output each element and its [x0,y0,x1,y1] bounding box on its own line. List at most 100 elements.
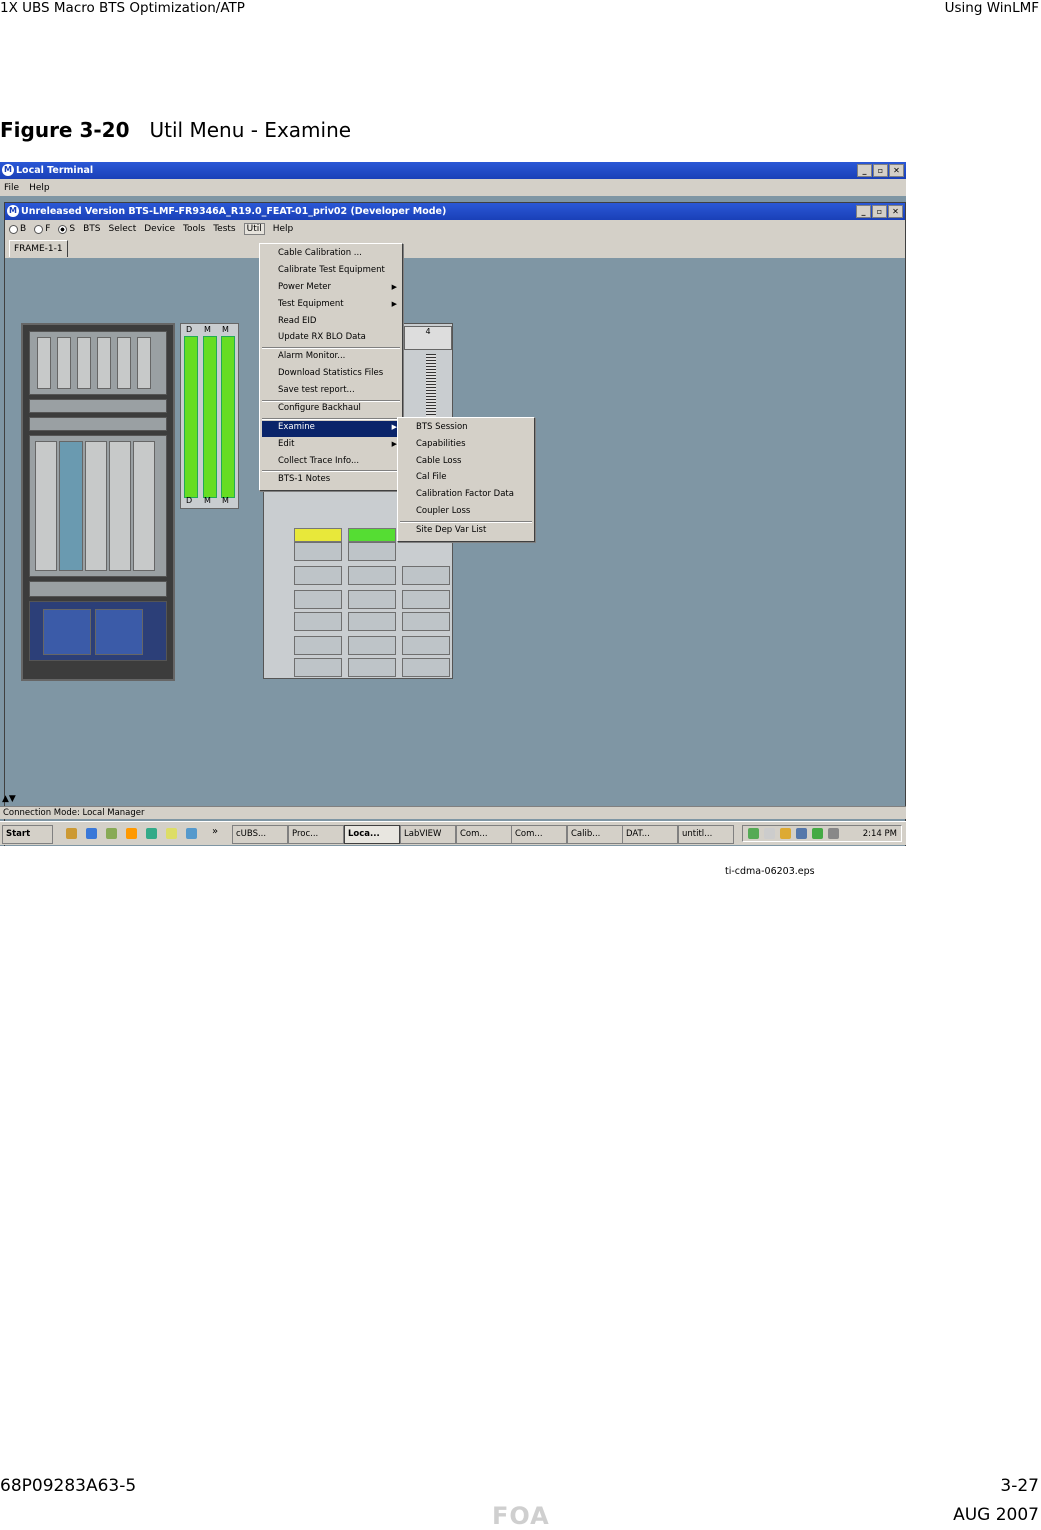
radio-s[interactable]: S [58,224,75,234]
card-label: M [222,496,229,505]
menu-item-test-equipment[interactable]: Test Equipment [278,299,344,309]
menu-device[interactable]: Device [144,224,175,234]
menu-item-bts-notes[interactable]: BTS-1 Notes [278,474,330,484]
ie-icon[interactable] [86,828,97,839]
menu-util[interactable]: Util [243,223,265,235]
tray-icon[interactable] [796,828,807,839]
taskbar-button[interactable]: cUBS... [232,825,288,844]
examine-submenu: BTS Session Capabilities Cable Loss Cal … [397,417,535,542]
globe-icon[interactable] [146,828,157,839]
radio-b[interactable]: B [9,224,26,234]
tray-icon[interactable] [812,828,823,839]
figure-title: Figure 3-20 Util Menu - Examine [0,118,351,142]
taskbar-button[interactable]: LabVIEW [400,825,456,844]
inner-restore-button[interactable]: ▫ [872,205,887,218]
motorola-logo-icon: M [7,205,19,217]
app-icon[interactable] [106,828,117,839]
motorola-logo-icon: M [2,164,14,176]
submenu-item-bts-session[interactable]: BTS Session [416,422,468,432]
image-id: ti-cdma-06203.eps [725,866,815,877]
minimize-button[interactable]: _ [857,164,872,177]
chevron-more-icon[interactable]: » [212,826,218,837]
menu-tools[interactable]: Tools [183,224,205,234]
taskbar-button[interactable]: untitl... [678,825,734,844]
submenu-item-coupler-loss[interactable]: Coupler Loss [416,506,470,516]
menu-item-edit[interactable]: Edit [278,439,294,449]
submenu-item-capabilities[interactable]: Capabilities [416,439,466,449]
menu-item-examine[interactable]: Examine [278,422,315,432]
start-button[interactable]: Start [2,825,53,844]
card-label: M [204,325,211,334]
taskbar-button[interactable]: DAT... [622,825,678,844]
taskbar-button[interactable]: Com... [511,825,567,844]
close-button[interactable]: ✕ [889,164,904,177]
inner-close-button[interactable]: ✕ [888,205,903,218]
menu-item-download-statistics[interactable]: Download Statistics Files [278,368,383,378]
volume-icon[interactable] [764,828,775,839]
figure-label: Figure 3-20 [0,118,130,142]
inner-menubar: B F S BTS Select Device Tools Tests Util… [5,220,905,238]
footer-right: 3-27 [1000,1476,1039,1496]
page-header-left: 1X UBS Macro BTS Optimization/ATP [0,0,245,16]
card-panel[interactable]: D M M D M M [180,323,239,509]
util-menu: Cable Calibration ... Calibrate Test Equ… [259,243,403,491]
radio-f[interactable]: F [34,224,50,234]
inner-minimize-button[interactable]: _ [856,205,871,218]
explorer-icon[interactable] [166,828,177,839]
menu-item-cable-calibration[interactable]: Cable Calibration ... [278,248,362,258]
tab-strip: FRAME-1-1 [5,238,905,258]
submenu-item-cal-file[interactable]: Cal File [416,472,446,482]
app-menubar: File Help [0,179,906,196]
desktop-icon[interactable] [66,828,77,839]
menu-select[interactable]: Select [108,224,136,234]
menu-item-alarm-monitor[interactable]: Alarm Monitor... [278,351,345,361]
taskbar-button[interactable]: Calib... [567,825,623,844]
menu-bts[interactable]: BTS [83,224,100,234]
footer-center: FOA [492,1502,550,1530]
submenu-item-cable-loss[interactable]: Cable Loss [416,456,461,466]
tab-frame[interactable]: FRAME-1-1 [9,240,68,257]
submenu-arrow-icon: ▶ [391,300,397,308]
menu-item-read-eid[interactable]: Read EID [278,316,316,326]
network-icon[interactable] [186,828,197,839]
card-label: M [204,496,211,505]
menu-item-calibrate-test-equipment[interactable]: Calibrate Test Equipment [278,265,385,275]
menu-item-power-meter[interactable]: Power Meter [278,282,331,292]
page-header-right: Using WinLMF [944,0,1039,16]
inner-title: Unreleased Version BTS-LMF-FR9346A_R19.0… [21,206,447,217]
footer-left: 68P09283A63-5 [0,1476,137,1496]
tray-icon[interactable] [780,828,791,839]
restore-button[interactable]: ▫ [873,164,888,177]
card-label: D [186,496,193,505]
tray-icon[interactable] [748,828,759,839]
menu-tests[interactable]: Tests [213,224,235,234]
outlook-icon[interactable] [126,828,137,839]
taskbar-button[interactable]: Com... [456,825,512,844]
card-label: D [186,325,193,334]
clock: 2:14 PM [862,829,897,839]
inner-window: M Unreleased Version BTS-LMF-FR9346A_R19… [4,202,906,846]
taskbar-button-active[interactable]: Loca... [344,825,400,844]
submenu-item-site-dep-var-list[interactable]: Site Dep Var List [416,525,486,535]
menu-item-update-rx-blo[interactable]: Update RX BLO Data [278,332,366,342]
frame-rack-image[interactable] [21,323,175,681]
menu-item-configure-backhaul[interactable]: Configure Backhaul [278,403,361,413]
menu-help-inner[interactable]: Help [273,224,294,234]
menu-help[interactable]: Help [29,183,50,193]
tray-icon[interactable] [828,828,839,839]
taskbar: Start » cUBS... Proc... Loca... LabVIEW … [0,821,906,845]
card-label: M [222,325,229,334]
screenshot: M Local Terminal _ ▫ ✕ File Help M Unrel… [0,162,906,846]
footer-date: AUG 2007 [953,1505,1039,1525]
status-bar: Connection Mode: Local Manager [0,806,906,819]
menu-item-collect-trace[interactable]: Collect Trace Info... [278,456,359,466]
app-title: Local Terminal [16,165,94,176]
scroll-arrows-icon[interactable]: ▲▼ [2,794,16,804]
menu-file[interactable]: File [4,183,19,193]
taskbar-button[interactable]: Proc... [288,825,344,844]
panel-header: 4 [404,326,452,350]
figure-caption: Util Menu - Examine [149,118,352,142]
submenu-item-calibration-factor[interactable]: Calibration Factor Data [416,489,514,499]
menu-item-save-test-report[interactable]: Save test report... [278,385,355,395]
app-titlebar: M Local Terminal _ ▫ ✕ [0,162,906,179]
